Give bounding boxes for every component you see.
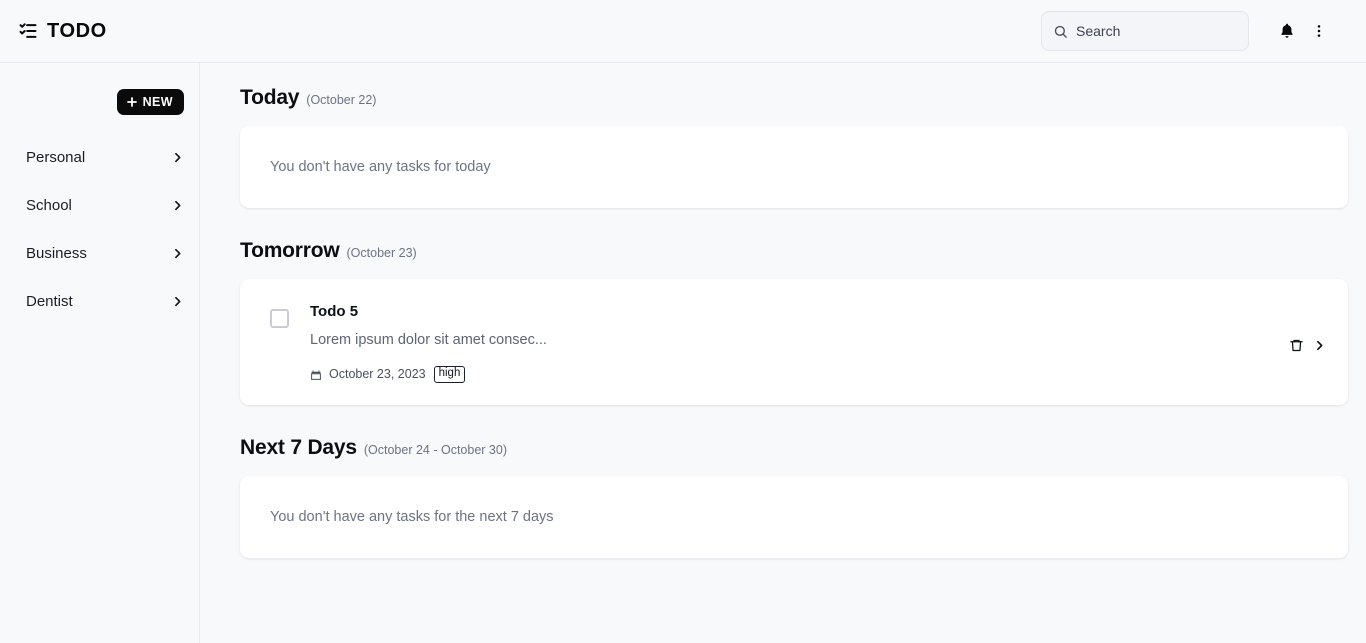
section-title: Next 7 Days xyxy=(240,436,357,459)
section-header: Today (October 22) xyxy=(240,87,1348,108)
section-date-range: (October 22) xyxy=(306,93,377,107)
chevron-right-icon xyxy=(171,199,184,212)
search-input[interactable] xyxy=(1076,23,1238,39)
task-actions xyxy=(1289,338,1326,353)
sidebar-item-personal[interactable]: Personal xyxy=(0,133,199,181)
search-box[interactable] xyxy=(1041,11,1249,51)
open-task-button[interactable] xyxy=(1313,339,1326,352)
task-priority-badge: high xyxy=(433,365,466,383)
today-empty-card: You don't have any tasks for today xyxy=(240,126,1348,208)
section-next-7-days: Next 7 Days (October 24 - October 30) Yo… xyxy=(240,405,1348,558)
task-meta: October 23, 2023 high xyxy=(310,365,1326,383)
sidebar-item-label: Dentist xyxy=(26,292,73,310)
sidebar: NEW Personal School Business Dentist xyxy=(0,63,200,643)
page-layout: NEW Personal School Business Dentist Tod… xyxy=(0,63,1366,643)
new-button-row: NEW xyxy=(0,89,199,115)
section-today: Today (October 22) You don't have any ta… xyxy=(240,63,1348,208)
delete-task-button[interactable] xyxy=(1289,338,1304,353)
empty-state-text: You don't have any tasks for today xyxy=(270,158,491,175)
task-title: Todo 5 xyxy=(310,303,359,320)
add-new-list-label: NEW xyxy=(142,94,173,109)
overflow-menu-button[interactable] xyxy=(1302,14,1336,48)
sidebar-item-business[interactable]: Business xyxy=(0,229,199,277)
sidebar-item-dentist[interactable]: Dentist xyxy=(0,277,199,325)
chevron-right-icon xyxy=(171,151,184,164)
tomorrow-task-card: Todo 5 Lorem ipsum dolor sit amet consec… xyxy=(240,279,1348,405)
sidebar-item-label: Business xyxy=(26,244,87,262)
task-due-date: October 23, 2023 xyxy=(329,366,426,381)
plus-icon xyxy=(126,96,138,108)
sidebar-nav-list: Personal School Business Dentist xyxy=(0,133,199,325)
task-complete-checkbox[interactable] xyxy=(270,309,289,328)
chevron-right-icon xyxy=(1313,339,1326,352)
task-body: Todo 5 Lorem ipsum dolor sit amet consec… xyxy=(310,301,1326,383)
brand-logo[interactable]: TODO xyxy=(18,21,107,41)
kebab-vertical-icon xyxy=(1311,23,1327,39)
search-icon xyxy=(1053,24,1068,39)
task-row[interactable]: Todo 5 Lorem ipsum dolor sit amet consec… xyxy=(240,301,1348,383)
list-checks-icon xyxy=(18,21,38,41)
section-header: Next 7 Days (October 24 - October 30) xyxy=(240,437,1348,458)
app-header: TODO xyxy=(0,0,1366,63)
section-date-range: (October 23) xyxy=(346,246,417,260)
add-new-list-button[interactable]: NEW xyxy=(116,89,184,115)
bell-icon xyxy=(1278,22,1296,40)
sidebar-item-label: School xyxy=(26,196,72,214)
empty-state-text: You don't have any tasks for the next 7 … xyxy=(270,508,554,525)
section-title: Today xyxy=(240,86,300,109)
sidebar-item-label: Personal xyxy=(26,148,86,166)
section-date-range: (October 24 - October 30) xyxy=(363,443,507,457)
section-header: Tomorrow (October 23) xyxy=(240,240,1348,261)
next-7-days-empty-card: You don't have any tasks for the next 7 … xyxy=(240,476,1348,558)
task-description: Lorem ipsum dolor sit amet consec... xyxy=(310,332,547,348)
chevron-right-icon xyxy=(171,247,184,260)
header-actions xyxy=(1041,11,1336,51)
trash-icon xyxy=(1289,338,1304,353)
calendar-icon xyxy=(310,368,322,380)
chevron-right-icon xyxy=(171,295,184,308)
section-title: Tomorrow xyxy=(240,239,340,262)
sidebar-item-school[interactable]: School xyxy=(0,181,199,229)
notifications-button[interactable] xyxy=(1270,14,1304,48)
app-title: TODO xyxy=(47,20,107,42)
main-content: Today (October 22) You don't have any ta… xyxy=(200,63,1366,643)
section-tomorrow: Tomorrow (October 23) Todo 5 Lorem ipsum… xyxy=(240,208,1348,405)
